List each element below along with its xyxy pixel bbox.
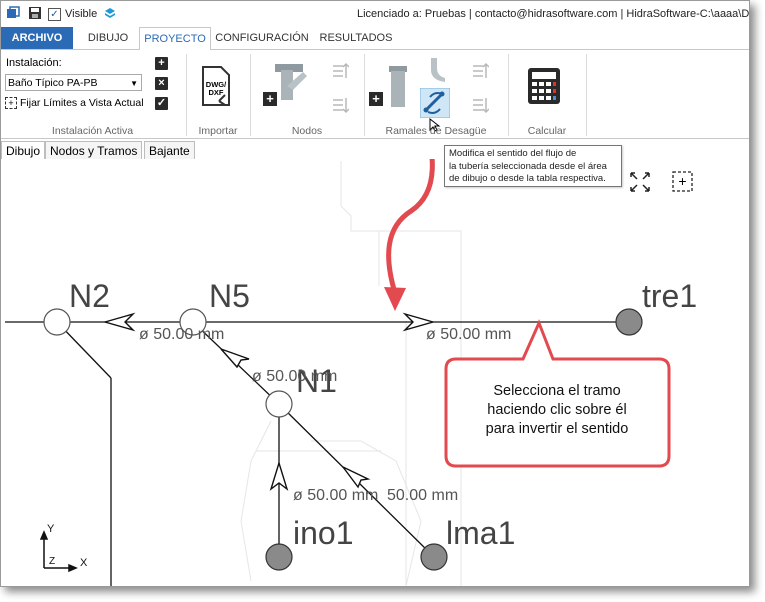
pipe-label-lma: 50.00 mm [387, 487, 458, 504]
add-node-tee-icon[interactable]: + [263, 60, 311, 110]
callout-line: para invertir el sentido [485, 421, 629, 437]
separator [250, 54, 251, 136]
move-up-icon[interactable] [331, 60, 349, 82]
separator [186, 54, 187, 136]
move-down-icon[interactable] [331, 94, 349, 116]
instalacion-label: Instalación: [6, 57, 62, 69]
tab-resultados[interactable]: RESULTADOS [315, 27, 397, 49]
svg-text:DXF: DXF [209, 88, 224, 97]
drawing-svg[interactable]: + N2 N5 N1 tre1 ino1 lma1 ø 50.00 mm ø 5… [1, 159, 749, 586]
flow-arrow-diag [220, 348, 250, 369]
instalacion-select[interactable]: Baño Típico PA-PB ▼ [5, 74, 142, 91]
confirm-instalacion-button[interactable]: ✓ [155, 97, 168, 110]
app-window: ✓ Visible Licenciado a: Pruebas | contac… [0, 0, 750, 587]
add-instalacion-button[interactable]: + [155, 57, 168, 70]
visible-label: Visible [65, 8, 98, 20]
node-lma1 [420, 543, 448, 571]
node-label-tre1: tre1 [642, 278, 697, 314]
axis-label-z: Z [49, 556, 55, 567]
save-icon[interactable] [28, 6, 42, 20]
node-label-lma1: lma1 [446, 515, 515, 551]
fit-extent-icon: + [5, 97, 17, 109]
node-tre1 [615, 308, 643, 336]
window-title: Licenciado a: Pruebas | contacto@hidraso… [357, 8, 750, 20]
tab-doc-dibujo[interactable]: Dibujo [1, 141, 46, 161]
callout-line: Selecciona el tramo [493, 383, 621, 399]
callout-text: Selecciona el tramo haciendo clic sobre … [446, 382, 668, 439]
svg-text:+: + [678, 173, 686, 189]
ribbon: Instalación: Baño Típico PA-PB ▼ + Fijar … [1, 50, 749, 139]
annotation-arrow [384, 159, 435, 311]
add-pipe-icon[interactable]: + [369, 62, 413, 112]
layers-icon[interactable] [103, 6, 117, 20]
group-label-importar: Importar [198, 125, 238, 137]
svg-text:+: + [266, 91, 274, 106]
chevron-down-icon: ▼ [130, 79, 138, 88]
node-ino1 [265, 543, 293, 571]
pipe-label-left: ø 50.00 mm [139, 326, 224, 343]
group-label-calcular: Calcular [527, 125, 567, 137]
fijar-limites-button[interactable]: + Fijar Límites a Vista Actual [5, 97, 144, 109]
import-dwg-icon[interactable]: DWG/ DXF [199, 65, 235, 109]
group-label-instalacion-activa: Instalación Activa [51, 125, 134, 137]
tab-proyecto[interactable]: PROYECTO [139, 27, 211, 51]
axis-label-x: X [80, 557, 88, 569]
tooltip-line: Modifica el sentido del flujo de [449, 148, 577, 159]
tab-dibujo[interactable]: DIBUJO [79, 27, 137, 49]
calculate-icon[interactable] [526, 66, 562, 106]
node-label-ino1: ino1 [293, 515, 354, 551]
tab-configuracion[interactable]: CONFIGURACIÓN [213, 27, 311, 49]
document-tabs: Dibujo Nodos y Tramos Bajante [1, 140, 749, 161]
tooltip-line: de dibujo o desde la tabla respectiva. [449, 173, 606, 184]
delete-instalacion-button[interactable]: × [155, 77, 168, 90]
zoom-extents-icon[interactable] [630, 172, 650, 192]
title-bar: ✓ Visible Licenciado a: Pruebas | contac… [1, 1, 749, 27]
group-label-nodos: Nodos [291, 125, 323, 137]
pipe-move-down-icon[interactable] [471, 94, 489, 116]
ribbon-tabs: ARCHIVO DIBUJO PROYECTO CONFIGURACIÓN RE… [1, 27, 749, 51]
instalacion-value: Baño Típico PA-PB [8, 77, 98, 89]
separator [508, 54, 509, 136]
tooltip-line: la tubería seleccionada desde el área [449, 160, 607, 172]
fijar-limites-label: Fijar Límites a Vista Actual [20, 97, 144, 109]
node-label-n2: N2 [69, 278, 110, 314]
node-n2 [43, 308, 71, 336]
node-label-n5: N5 [209, 278, 250, 314]
pipe-label-right: ø 50.00 mm [426, 326, 511, 343]
callout-line: haciendo clic sobre él [487, 402, 627, 418]
pipe-move-up-icon[interactable] [471, 60, 489, 82]
invert-flow-tooltip: Modifica el sentido del flujo de la tube… [444, 145, 622, 187]
axis-indicator: Y X Z [39, 523, 88, 573]
drawing-canvas[interactable]: + N2 N5 N1 tre1 ino1 lma1 ø 50.00 mm ø 5… [1, 159, 749, 586]
axis-label-y: Y [47, 523, 55, 535]
zoom-window-icon[interactable]: + [672, 171, 693, 192]
pipe-label-diag: ø 50.00 mm [252, 368, 337, 385]
tab-doc-nodos-tramos[interactable]: Nodos y Tramos [45, 141, 143, 160]
separator [586, 54, 587, 136]
pipe-label-ino: ø 50.00 mm [293, 487, 378, 504]
flow-arrow-lma [342, 466, 371, 489]
tab-archivo[interactable]: ARCHIVO [1, 27, 73, 49]
app-logo-icon[interactable] [6, 6, 20, 20]
svg-text:+: + [372, 91, 380, 106]
visible-checkbox[interactable]: ✓ [48, 8, 61, 21]
node-n1 [265, 390, 293, 418]
invert-flow-icon[interactable] [420, 88, 450, 118]
tab-doc-bajante[interactable]: Bajante [144, 141, 195, 160]
elbow-pipe-icon[interactable] [425, 56, 449, 84]
group-label-ramales: Ramales de Desagüe [385, 125, 487, 137]
separator [364, 54, 365, 136]
